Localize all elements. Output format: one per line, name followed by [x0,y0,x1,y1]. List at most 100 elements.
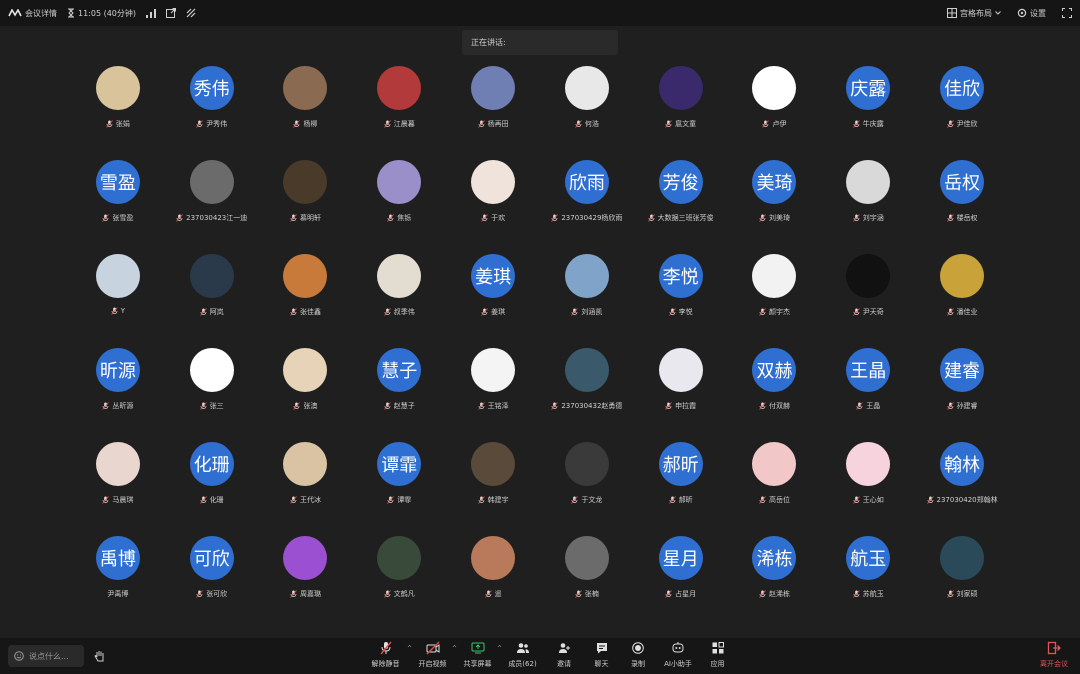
video-button[interactable]: ^ 开启视频 [410,641,457,671]
participant-name-row: 杨再田 [477,119,509,129]
invite-button[interactable]: 邀请 [545,641,583,671]
chat-button[interactable]: 聊天 [583,641,620,671]
participant-tile[interactable]: 张楠 [540,536,634,630]
participant-tile[interactable]: 于欢 [446,160,540,254]
participant-tile[interactable]: 昕源 丛昕源 [71,348,165,442]
leave-meeting-button[interactable]: 离开会议 [1040,641,1068,669]
participant-name-row: 于欢 [481,213,505,223]
participant-tile[interactable]: 237030432赵勇德 [540,348,634,442]
participant-tile[interactable]: 焦铄 [352,160,446,254]
participant-tile[interactable]: 可欣 张可欣 [165,536,259,630]
settings-label: 设置 [1030,8,1046,18]
participant-tile[interactable]: 翰林 237030420郑翰林 [915,442,1009,536]
participant-name-row: 赵慧子 [383,401,415,411]
external-window-icon[interactable] [166,8,177,18]
participant-tile[interactable]: 建睿 孙建睿 [915,348,1009,442]
participant-name-row: 周嘉璐 [290,589,321,599]
participant-tile[interactable]: 佳欣 尹佳欣 [915,66,1009,160]
participant-tile[interactable]: 雪盈 张雪盈 [71,160,165,254]
participant-tile[interactable]: 叔季伟 [352,254,446,348]
participant-tile[interactable]: 周嘉璐 [259,536,353,630]
record-button[interactable]: 录制 [620,641,656,671]
raise-hand-icon[interactable] [92,648,108,664]
participant-tile[interactable]: 岳权 楼岳权 [915,160,1009,254]
participant-tile[interactable]: 化珊 化珊 [165,442,259,536]
participant-tile[interactable]: Y [71,254,165,348]
participant-tile[interactable]: 星月 占星月 [634,536,728,630]
settings-button[interactable]: 设置 [1017,8,1046,19]
participant-tile[interactable]: 张娟 [71,66,165,160]
participant-name-row: 扈文童 [665,119,696,129]
participant-tile[interactable]: 庆露 牛庆露 [821,66,915,160]
share-button[interactable]: ^ 共享屏幕 [455,641,502,671]
participant-tile[interactable]: 欣雨 237030429杨欣雨 [540,160,634,254]
participant-name: Y [120,307,126,315]
participant-tile[interactable]: 禹博 尹禹博 [71,536,165,630]
participant-tile[interactable]: 秀伟 尹秀伟 [165,66,259,160]
participant-tile[interactable]: 张佳鑫 [259,254,353,348]
mic-muted-icon [477,496,485,504]
unmute-button[interactable]: ^ 解除静音 [361,641,412,671]
participant-tile[interactable]: 航玉 苏航玉 [821,536,915,630]
avatar: 化珊 [189,442,234,486]
participant-tile[interactable]: 高岳位 [728,442,822,536]
participant-tile[interactable]: 237030423江一迪 [165,160,259,254]
participant-tile[interactable]: 芳俊 大数据三班张芳俊 [634,160,728,254]
participant-tile[interactable]: 申拉霞 [634,348,728,442]
participant-tile[interactable]: 郝昕 郝昕 [634,442,728,536]
fullscreen-icon[interactable] [1062,8,1072,18]
participant-tile[interactable]: 刘涵凯 [540,254,634,348]
participant-name: 楼岳权 [956,214,978,222]
participant-tile[interactable]: 王铭泽 [446,348,540,442]
participant-tile[interactable]: 江晨暮 [352,66,446,160]
participant-name: 潘佳业 [956,308,978,316]
participant-tile[interactable]: 王晶 王晶 [821,348,915,442]
participant-tile[interactable]: 姜琪 姜琪 [446,254,540,348]
ai-button[interactable]: AI小助手 [656,641,700,671]
participant-tile[interactable]: 慕明轩 [259,160,353,254]
participant-name: 高岳位 [768,496,790,504]
participant-name-row: 卢伊 [762,119,786,129]
avatar: 昕源 [95,348,140,392]
participant-tile[interactable]: 马晨琪 [71,442,165,536]
participant-tile[interactable]: 王代冰 [259,442,353,536]
mic-muted-icon [852,496,860,504]
participant-tile[interactable]: 刘宇涵 [821,160,915,254]
participant-tile[interactable]: 双赫 付双赫 [728,348,822,442]
participant-tile[interactable]: 美琦 刘美琦 [728,160,822,254]
participant-tile[interactable]: 颜宇杰 [728,254,822,348]
participant-tile[interactable]: 潘佳业 [915,254,1009,348]
participant-tile[interactable]: 于文龙 [540,442,634,536]
participant-name-row: 赵浠栋 [759,589,790,599]
participant-tile[interactable]: 阿岚 [165,254,259,348]
participant-tile[interactable]: 李悦 李悦 [634,254,728,348]
mic-muted-icon [290,496,297,504]
quick-chat-input[interactable]: 说点什么... [8,645,84,667]
participant-tile[interactable]: 韩建宇 [446,442,540,536]
participant-tile[interactable]: 浠栋 赵浠栋 [728,536,822,630]
participant-tile[interactable]: 杨柳 [259,66,353,160]
participant-name: 牛庆露 [862,120,884,128]
members-button[interactable]: 成员(62) [500,641,545,671]
mic-muted-icon [759,402,766,410]
participant-tile[interactable]: 尹天奇 [821,254,915,348]
participant-tile[interactable]: 何浩 [540,66,634,160]
participant-tile[interactable]: 慧子 赵慧子 [352,348,446,442]
participant-tile[interactable]: 张三 [165,348,259,442]
participant-tile[interactable]: 卢伊 [728,66,822,160]
participant-tile[interactable]: 杨再田 [446,66,540,160]
participant-tile[interactable]: 文鹤凡 [352,536,446,630]
participant-name: 姜琪 [491,308,506,316]
participant-tile[interactable]: 王心如 [821,442,915,536]
signal-icon[interactable] [146,8,157,18]
network-quality-icon[interactable] [186,8,196,18]
participant-tile[interactable]: 扈文童 [634,66,728,160]
participant-tile[interactable]: 谭霏 谭霏 [352,442,446,536]
avatar: 翰林 [940,442,985,486]
participant-tile[interactable]: 张澳 [259,348,353,442]
participant-tile[interactable]: 遥 [446,536,540,630]
layout-dropdown[interactable]: 宫格布局 [947,8,1001,19]
meeting-details-button[interactable]: 会议详情 [8,8,57,19]
participant-tile[interactable]: 刘家硕 [915,536,1009,630]
apps-button[interactable]: 应用 [700,641,735,671]
